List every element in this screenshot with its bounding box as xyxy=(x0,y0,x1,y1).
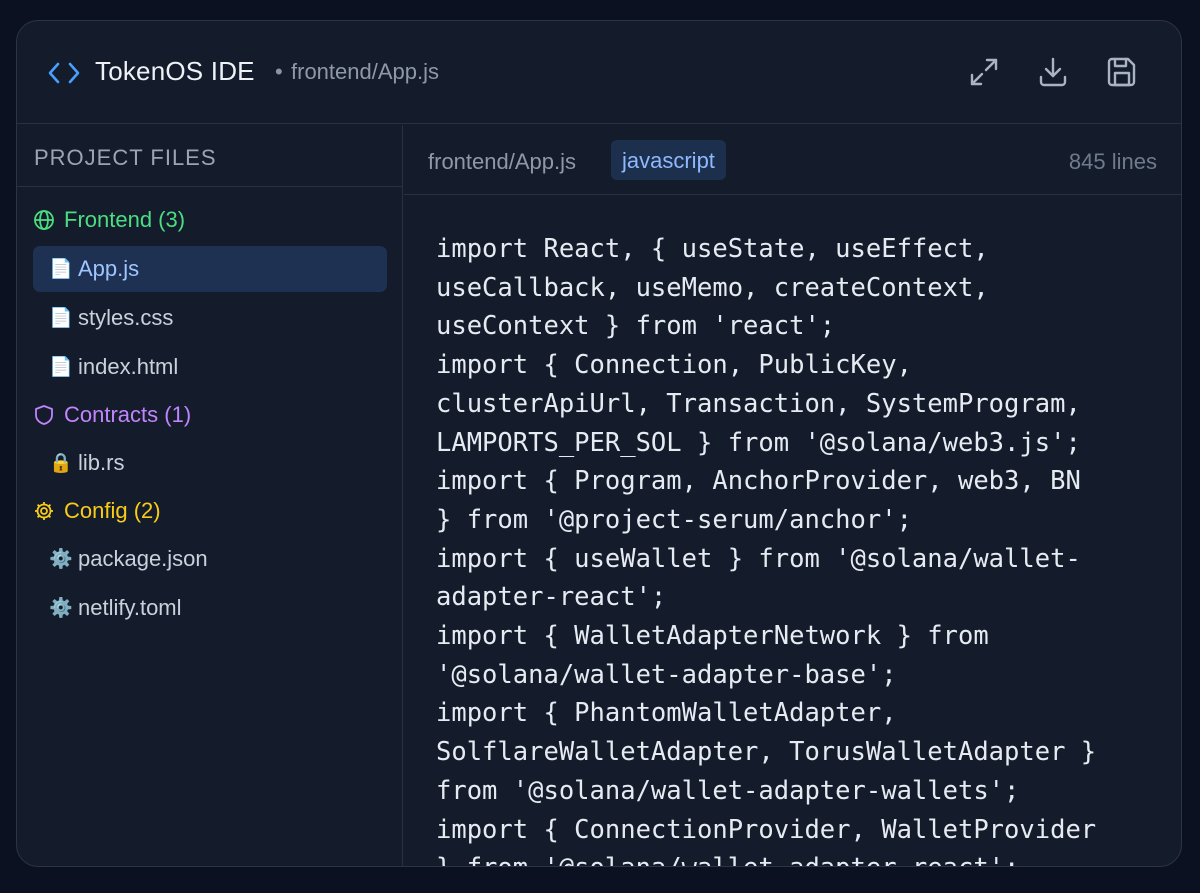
gear-icon xyxy=(35,502,53,520)
file-app-js[interactable]: 📄 App.js xyxy=(33,246,387,292)
file-name: netlify.toml xyxy=(78,595,182,620)
expand-button[interactable] xyxy=(967,55,1001,89)
file-name: styles.css xyxy=(78,305,174,330)
save-icon xyxy=(1107,57,1136,87)
code-content[interactable]: import React, { useState, useEffect, use… xyxy=(436,230,1161,866)
gear-file-icon: ⚙️ xyxy=(49,598,73,619)
sidebar-header: PROJECT FILES xyxy=(17,125,402,187)
file-lib-rs[interactable]: 🔒 lib.rs xyxy=(33,440,387,486)
file-package-json[interactable]: ⚙️ package.json xyxy=(33,536,387,582)
title-file-path: frontend/App.js xyxy=(291,59,439,84)
group-contracts[interactable]: Contracts (1) xyxy=(33,400,191,430)
file-icon: 📄 xyxy=(49,357,73,378)
save-button[interactable] xyxy=(1105,55,1139,89)
expand-icon xyxy=(970,58,998,86)
file-name: App.js xyxy=(78,256,140,281)
download-icon xyxy=(1039,57,1067,87)
file-icon: 📄 xyxy=(49,259,73,280)
title-separator: • xyxy=(275,59,283,84)
file-index-html[interactable]: 📄 index.html xyxy=(33,344,387,390)
file-styles-css[interactable]: 📄 styles.css xyxy=(33,295,387,341)
line-count: 845 lines xyxy=(1068,149,1157,174)
language-badge: javascript xyxy=(611,140,726,180)
group-frontend[interactable]: Frontend (3) xyxy=(33,205,185,235)
editor-file-path: frontend/App.js xyxy=(428,149,576,174)
globe-icon xyxy=(34,210,54,230)
file-icon: 📄 xyxy=(49,308,73,329)
title-bar: TokenOS IDE • frontend/App.js xyxy=(17,21,1181,124)
download-button[interactable] xyxy=(1036,55,1070,89)
lock-icon: 🔒 xyxy=(49,453,73,474)
editor-pane: frontend/App.js javascript 845 lines imp… xyxy=(404,125,1181,866)
app-title: TokenOS IDE xyxy=(95,56,255,86)
file-explorer: PROJECT FILES Frontend (3) 📄 App.js 📄 st… xyxy=(17,125,403,866)
shield-icon xyxy=(35,405,53,425)
code-icon xyxy=(48,59,80,87)
group-config[interactable]: Config (2) xyxy=(33,496,161,526)
group-label: Contracts (1) xyxy=(64,402,192,427)
file-name: index.html xyxy=(78,354,179,379)
group-label: Frontend (3) xyxy=(64,207,186,232)
ide-window: TokenOS IDE • frontend/App.js PROJECT FI… xyxy=(16,20,1182,867)
gear-file-icon: ⚙️ xyxy=(49,549,73,570)
group-label: Config (2) xyxy=(64,498,161,523)
file-name: lib.rs xyxy=(78,450,125,475)
file-netlify-toml[interactable]: ⚙️ netlify.toml xyxy=(33,585,387,631)
editor-header: frontend/App.js javascript 845 lines xyxy=(404,125,1181,195)
file-name: package.json xyxy=(78,546,208,571)
